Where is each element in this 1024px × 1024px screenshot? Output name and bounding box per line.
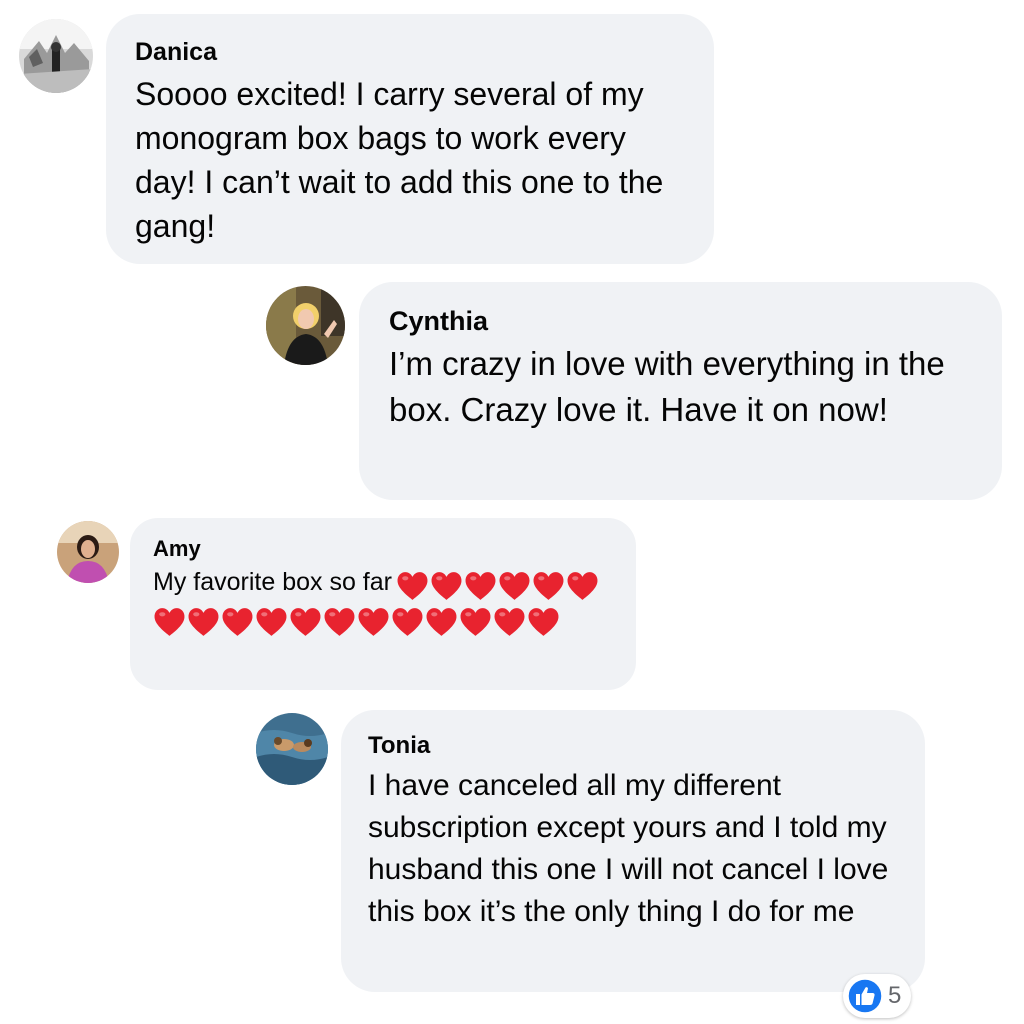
avatar-tonia[interactable]: [256, 713, 328, 785]
red-heart-icon: [498, 571, 531, 601]
comment-text: I have canceled all my different subscri…: [368, 769, 889, 928]
red-heart-icon: [459, 607, 492, 637]
red-heart-icon: [566, 571, 599, 601]
avatar-cynthia[interactable]: [266, 286, 345, 365]
red-heart-icon: [396, 571, 429, 601]
red-heart-icon: [493, 607, 526, 637]
red-heart-icon: [464, 571, 497, 601]
reaction-count: 5: [888, 982, 902, 1009]
red-heart-icon: [391, 607, 424, 637]
red-heart-icon: [221, 607, 254, 637]
red-heart-icon: [323, 607, 356, 637]
red-heart-icon: [430, 571, 463, 601]
commenter-name[interactable]: Amy: [153, 534, 616, 564]
red-heart-icon: [289, 607, 322, 637]
commenter-name[interactable]: Danica: [135, 36, 686, 68]
red-heart-icon: [187, 607, 220, 637]
commenter-name[interactable]: Tonia: [368, 730, 899, 762]
red-heart-icon: [425, 607, 458, 637]
thumbs-up-icon: [847, 978, 883, 1014]
comment-bubble: Danica Soooo excited! I carry several of…: [106, 14, 714, 264]
red-heart-icon: [357, 607, 390, 637]
avatar-image: [57, 521, 119, 583]
comment-text: Soooo excited! I carry several of my mon…: [135, 76, 664, 244]
commenter-name[interactable]: Cynthia: [389, 304, 974, 338]
comment-bubble: Amy My favorite box so far: [130, 518, 636, 690]
avatar-image: [256, 713, 328, 785]
emoji-line: My favorite box so far: [153, 564, 613, 640]
avatar-danica[interactable]: [19, 19, 93, 93]
avatar-image: [19, 19, 93, 93]
red-heart-icon: [527, 607, 560, 637]
avatar-image: [266, 286, 345, 365]
comment-bubble: Cynthia I’m crazy in love with everythin…: [359, 282, 1002, 500]
reactions-summary[interactable]: 5: [843, 974, 912, 1018]
comment-bubble: Tonia I have canceled all my different s…: [341, 710, 925, 992]
red-heart-icon: [255, 607, 288, 637]
comment-text: I’m crazy in love with everything in the…: [389, 345, 945, 428]
red-heart-icon: [532, 571, 565, 601]
avatar-amy[interactable]: [57, 521, 119, 583]
red-heart-icon: [153, 607, 186, 637]
comment-text: My favorite box so far: [153, 568, 392, 596]
